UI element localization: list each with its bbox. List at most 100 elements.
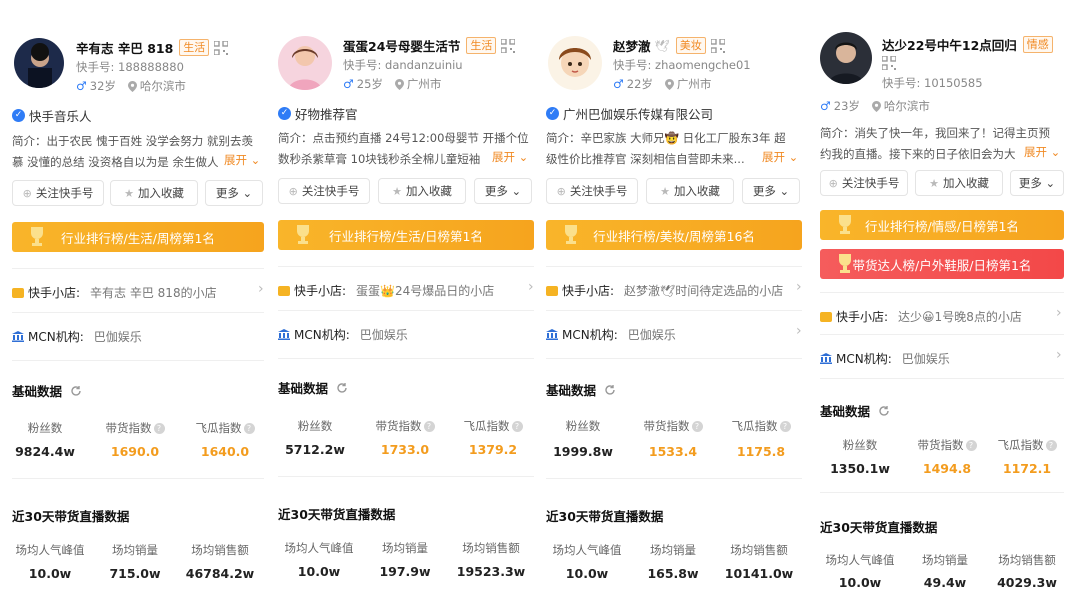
category-tag: 情感 xyxy=(1022,36,1053,53)
feigua-index-label: 飞瓜指数? xyxy=(180,420,270,436)
kuaishou-id: 快手号: zhaomengche01 xyxy=(613,58,751,72)
category-tag: 生活 xyxy=(179,39,210,56)
mcn-row[interactable]: MCN机构: 巴伽娱乐 xyxy=(546,326,676,343)
city: 广州市 xyxy=(676,77,712,91)
age-location: ♂ 23岁 哈尔滨市 xyxy=(820,98,930,114)
fans-value: 1999.8w xyxy=(553,444,613,459)
help-icon[interactable]: ? xyxy=(423,421,435,432)
more-button[interactable]: 更多 ⌄ xyxy=(1010,170,1064,196)
help-icon[interactable]: ? xyxy=(511,421,523,432)
help-icon[interactable]: ? xyxy=(965,440,977,451)
expand-label: 展开 xyxy=(224,153,247,167)
influencer-name[interactable]: 达少22号中午12点回归 xyxy=(882,35,1017,54)
more-button[interactable]: 更多 ⌄ xyxy=(474,178,532,204)
qr-code-icon[interactable] xyxy=(501,38,516,53)
shop-row[interactable]: 快手小店: 赵梦澈🕊时间待定选品的小店 xyxy=(546,282,783,299)
chevron-right-icon[interactable]: › xyxy=(528,279,534,295)
avg-revenue-value: 46784.2w xyxy=(185,566,255,581)
plus-circle-icon: ⊕ xyxy=(288,184,298,198)
collect-button[interactable]: ★ 加入收藏 xyxy=(110,180,198,206)
avg-sales-label: 场均销量 xyxy=(382,541,428,555)
chevron-right-icon[interactable]: › xyxy=(796,323,802,339)
influencer-name[interactable]: 蛋蛋24号母婴生活节 xyxy=(343,36,460,55)
refresh-icon[interactable] xyxy=(604,384,616,396)
avg-viewers-value: 10.0w xyxy=(565,566,609,581)
male-icon: ♂ xyxy=(820,99,831,113)
follow-button[interactable]: ⊕ 关注快手号 xyxy=(546,178,638,204)
qr-code-icon[interactable] xyxy=(882,56,896,70)
feigua-index-label: 飞瓜指数? xyxy=(448,418,538,434)
avg-viewers-value: 10.0w xyxy=(28,566,72,581)
shop-label: 快手小店: xyxy=(28,286,81,300)
follow-button[interactable]: ⊕ 关注快手号 xyxy=(820,170,908,196)
expand-link[interactable]: 展开 ⌄ xyxy=(490,149,529,165)
rank-banner[interactable]: 行业排行榜/生活/周榜第1名 xyxy=(12,222,264,252)
shop-name: 蛋蛋👑24号爆品日的小店 xyxy=(356,284,495,298)
chevron-right-icon[interactable]: › xyxy=(796,279,802,295)
avatar[interactable] xyxy=(820,32,872,84)
chevron-right-icon[interactable]: › xyxy=(1056,305,1062,321)
shop-row[interactable]: 快手小店: 蛋蛋👑24号爆品日的小店 xyxy=(278,282,494,299)
help-icon[interactable]: ? xyxy=(691,421,703,432)
follow-button[interactable]: ⊕ 关注快手号 xyxy=(12,180,104,206)
shop-row[interactable]: 快手小店: 达少😀1号晚8点的小店 xyxy=(820,308,1022,325)
collect-button[interactable]: ★ 加入收藏 xyxy=(915,170,1003,196)
expand-link[interactable]: 展开 ⌄ xyxy=(1022,144,1061,160)
expand-link[interactable]: 展开 ⌄ xyxy=(222,152,261,168)
chevron-right-icon[interactable]: › xyxy=(1056,347,1062,363)
verified-check-icon: ✓ xyxy=(546,107,559,120)
influencer-name[interactable]: 辛有志 辛巴 818 xyxy=(76,38,173,57)
chevron-down-icon: ⌄ xyxy=(788,150,799,164)
refresh-icon[interactable] xyxy=(878,405,890,417)
help-icon[interactable]: ? xyxy=(779,421,791,432)
expand-label: 展开 xyxy=(762,150,785,164)
verification: ✓ 广州巴伽娱乐传媒有限公司 xyxy=(546,104,713,123)
chevron-right-icon[interactable]: › xyxy=(258,281,264,297)
avg-revenue-label: 场均销售额 xyxy=(998,553,1056,567)
avatar[interactable] xyxy=(548,36,602,90)
rank-banner[interactable]: 带货达人榜/户外鞋服/日榜第1名 xyxy=(820,249,1064,279)
help-icon[interactable]: ? xyxy=(1045,440,1057,451)
collect-button[interactable]: ★ 加入收藏 xyxy=(378,178,466,204)
refresh-icon[interactable] xyxy=(70,385,82,397)
expand-label: 展开 xyxy=(492,150,515,164)
city: 哈尔滨市 xyxy=(139,79,186,93)
mcn-row[interactable]: MCN机构: 巴伽娱乐 xyxy=(820,350,950,367)
mcn-row[interactable]: MCN机构: 巴伽娱乐 xyxy=(12,328,142,345)
avg-sales-label: 场均销量 xyxy=(650,543,696,557)
help-icon[interactable]: ? xyxy=(243,423,255,434)
influencer-name[interactable]: 赵梦澈 xyxy=(613,36,651,55)
rank-banner[interactable]: 行业排行榜/生活/日榜第1名 xyxy=(278,220,534,250)
help-icon[interactable]: ? xyxy=(153,423,165,434)
mcn-row[interactable]: MCN机构: 巴伽娱乐 xyxy=(278,326,408,343)
qr-code-icon[interactable] xyxy=(710,38,725,53)
avg-viewers-label: 场均人气峰值 xyxy=(552,543,622,557)
verification-text: 广州巴伽娱乐传媒有限公司 xyxy=(563,107,714,122)
fans-label: 粉丝数 xyxy=(565,419,601,433)
refresh-icon[interactable] xyxy=(336,382,348,394)
rank-text: 行业排行榜/生活/周榜第1名 xyxy=(61,230,215,246)
expand-link[interactable]: 展开 ⌄ xyxy=(760,149,799,165)
basic-data-heading: 基础数据 xyxy=(12,381,82,400)
avatar[interactable] xyxy=(278,36,332,90)
follow-button[interactable]: ⊕ 关注快手号 xyxy=(278,178,370,204)
mcn-name: 巴伽娱乐 xyxy=(359,328,408,342)
trophy-icon xyxy=(31,227,43,246)
fans-label: 粉丝数 xyxy=(297,419,333,433)
more-button[interactable]: 更多 ⌄ xyxy=(205,180,263,206)
building-icon xyxy=(12,331,24,342)
shop-row[interactable]: 快手小店: 辛有志 辛巴 818的小店 xyxy=(12,284,217,301)
rank-banner[interactable]: 行业排行榜/情感/日榜第1名 xyxy=(820,210,1064,240)
verification: ✓ 快手音乐人 xyxy=(12,106,92,125)
verified-check-icon: ✓ xyxy=(278,107,291,120)
avatar[interactable] xyxy=(14,38,64,88)
more-button[interactable]: 更多 ⌄ xyxy=(742,178,800,204)
location-pin-icon xyxy=(871,100,881,112)
building-icon xyxy=(278,329,290,340)
dove-icon: 🕊 xyxy=(654,38,670,53)
rank-banner[interactable]: 行业排行榜/美妆/周榜第16名 xyxy=(546,220,802,250)
qr-code-icon[interactable] xyxy=(214,40,229,55)
basic-data-title: 基础数据 xyxy=(820,404,871,419)
collect-button[interactable]: ★ 加入收藏 xyxy=(646,178,734,204)
age: 23岁 xyxy=(833,99,860,113)
